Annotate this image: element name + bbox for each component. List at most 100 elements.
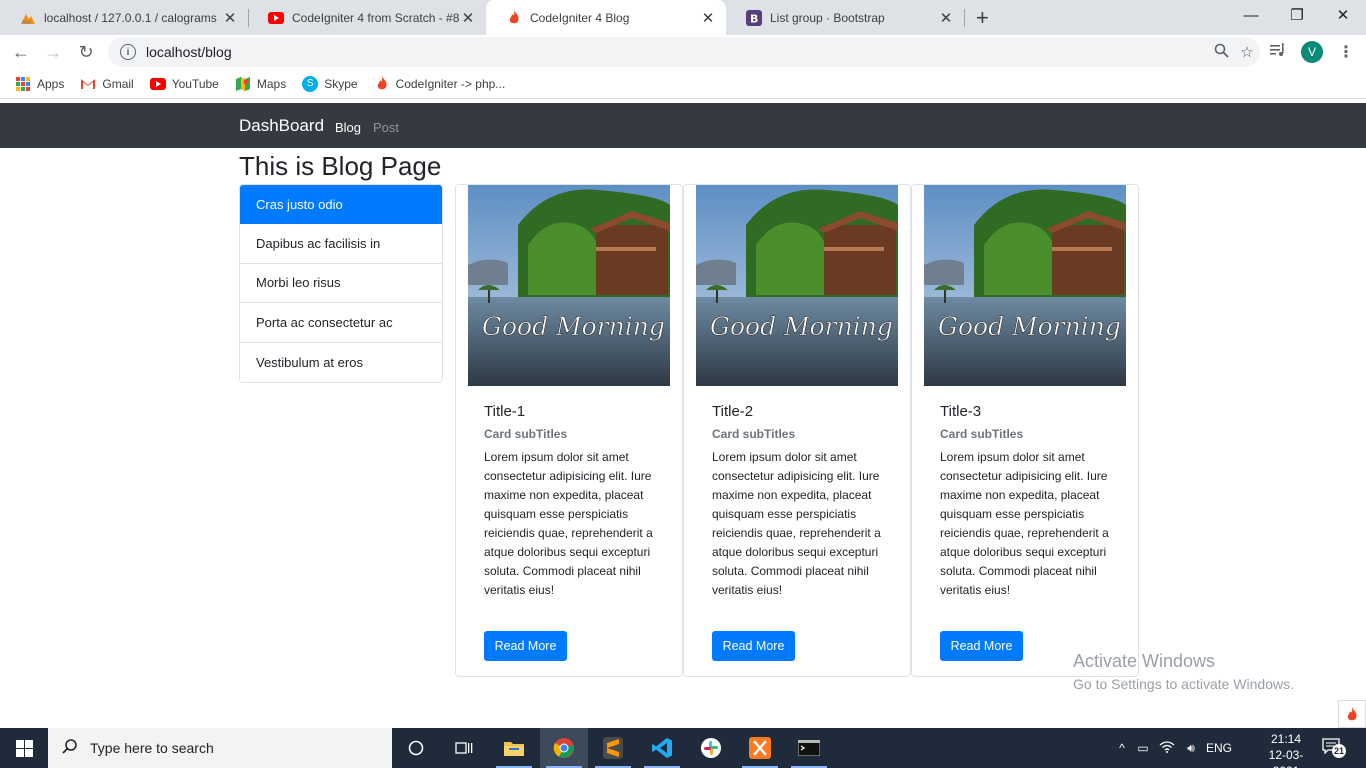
read-more-button[interactable]: Read More <box>712 631 795 661</box>
codeigniter-flame-icon <box>374 76 390 92</box>
site-info-icon[interactable]: i <box>120 44 136 60</box>
vscode-icon[interactable] <box>638 728 686 768</box>
bookmark-maps[interactable]: Maps <box>235 76 286 92</box>
page-title: This is Blog Page <box>239 151 442 181</box>
media-queue-icon[interactable] <box>1270 43 1286 60</box>
clock-date: 12-03-2021 <box>1268 748 1304 768</box>
card-title: Title-2 <box>712 403 754 420</box>
language-indicator[interactable]: ENG <box>1204 741 1234 755</box>
close-icon[interactable]: ✕ <box>938 9 954 27</box>
tab-bootstrap-list-group[interactable]: B List group · Bootstrap ✕ <box>726 0 964 35</box>
profile-avatar[interactable]: V <box>1301 41 1323 63</box>
bookmark-gmail[interactable]: Gmail <box>80 76 134 92</box>
minimize-icon[interactable]: — <box>1228 0 1274 30</box>
file-explorer-icon[interactable] <box>490 728 538 768</box>
taskbar-clock[interactable]: 21:14 12-03-2021 <box>1256 731 1316 768</box>
bookmark-star-icon[interactable]: ☆ <box>1234 43 1260 61</box>
card-subtitle: Card subTitles <box>712 427 796 441</box>
gmail-icon <box>80 76 96 92</box>
codeigniter-debug-toolbar-icon[interactable] <box>1338 700 1366 728</box>
close-icon[interactable]: ✕ <box>460 9 476 27</box>
forward-arrow-icon[interactable]: → <box>41 40 65 64</box>
youtube-icon <box>268 10 284 26</box>
skype-icon: S <box>302 75 319 92</box>
nav-link-blog[interactable]: Blog <box>335 120 361 135</box>
svg-text:Good Morning: Good Morning <box>938 312 1121 341</box>
back-arrow-icon[interactable]: ← <box>9 40 33 64</box>
card-image: Good Morning <box>924 185 1126 386</box>
bookmarks-bar: Apps Gmail YouTube Maps S Skype CodeIgni… <box>0 69 1366 99</box>
navbar-brand[interactable]: DashBoard <box>239 116 324 136</box>
bootstrap-icon: B <box>746 9 762 26</box>
card-text: Lorem ipsum dolor sit amet consectetur a… <box>712 450 881 597</box>
blog-card: Good Morning Title-3 Card subTitles Lore… <box>911 184 1139 677</box>
bookmark-codeigniter[interactable]: CodeIgniter -> php... <box>374 76 505 92</box>
close-window-icon[interactable]: ✕ <box>1320 0 1366 30</box>
task-view-icon[interactable] <box>440 728 488 768</box>
card-subtitle: Card subTitles <box>484 427 568 441</box>
browser-tab-strip: PMA localhost / 127.0.0.1 / calograms ✕ … <box>0 0 1366 35</box>
slack-icon[interactable] <box>687 728 735 768</box>
restore-icon[interactable]: ❐ <box>1274 0 1320 30</box>
read-more-button[interactable]: Read More <box>484 631 567 661</box>
wifi-icon[interactable] <box>1156 740 1178 756</box>
sublime-text-icon[interactable] <box>589 728 637 768</box>
battery-icon[interactable]: ▭ <box>1130 741 1156 755</box>
list-group: Cras justo odio Dapibus ac facilisis in … <box>239 184 443 383</box>
blog-card: Good Morning Title-2 Card subTitles Lore… <box>683 184 911 677</box>
list-group-item[interactable]: Porta ac consectetur ac <box>240 303 442 343</box>
list-group-item[interactable]: Morbi leo risus <box>240 263 442 304</box>
bookmark-skype[interactable]: S Skype <box>302 75 358 92</box>
url-text[interactable]: localhost/blog <box>146 44 1208 60</box>
taskbar-search-box[interactable]: Type here to search <box>48 728 392 768</box>
new-tab-button[interactable]: + <box>976 5 989 31</box>
reload-icon[interactable]: ↻ <box>74 40 98 64</box>
system-tray: ^ ▭ 🔊︎ ENG <box>1114 728 1234 768</box>
svg-text:B: B <box>750 12 758 25</box>
top-navbar: DashBoard Blog Post <box>0 103 1366 148</box>
activate-windows-watermark: Activate Windows <box>1073 651 1216 671</box>
action-center-icon[interactable]: 21 <box>1322 738 1346 758</box>
nav-link-post[interactable]: Post <box>373 120 399 135</box>
address-bar[interactable]: i localhost/blog ☆ <box>108 37 1260 67</box>
svg-text:Good Morning: Good Morning <box>710 312 893 341</box>
search-icon <box>62 738 78 759</box>
zoom-icon[interactable] <box>1208 43 1234 62</box>
list-group-item[interactable]: Cras justo odio <box>240 185 442 225</box>
clock-time: 21:14 <box>1270 732 1302 746</box>
card-image: Good Morning <box>468 185 670 386</box>
card-title: Title-3 <box>940 403 982 420</box>
tab-codeigniter-blog[interactable]: CodeIgniter 4 Blog ✕ <box>486 0 726 35</box>
volume-icon[interactable]: 🔊︎ <box>1178 741 1204 756</box>
chrome-icon[interactable] <box>540 728 588 768</box>
notification-count-badge: 21 <box>1332 744 1346 758</box>
youtube-icon <box>149 76 166 92</box>
card-text: Lorem ipsum dolor sit amet consectetur a… <box>940 450 1109 597</box>
activate-windows-hint: Go to Settings to activate Windows. <box>1073 676 1294 692</box>
terminal-icon[interactable] <box>785 728 833 768</box>
codeigniter-flame-icon <box>506 10 522 26</box>
read-more-button[interactable]: Read More <box>940 631 1023 661</box>
tab-youtube[interactable]: CodeIgniter 4 from Scratch - #8 ✕ <box>248 0 486 35</box>
windows-taskbar: Type here to search ^ ▭ 🔊︎ ENG 21:14 12-… <box>0 728 1366 768</box>
svg-text:PMA: PMA <box>22 20 31 25</box>
xampp-icon[interactable] <box>736 728 784 768</box>
card-title: Title-1 <box>484 403 526 420</box>
show-hidden-icons-chevron-icon[interactable]: ^ <box>1114 741 1130 755</box>
page-content: DashBoard Blog Post This is Blog Page Cr… <box>0 100 1366 728</box>
svg-text:Good Morning: Good Morning <box>482 312 665 341</box>
cortana-icon[interactable] <box>392 728 440 768</box>
list-group-item[interactable]: Vestibulum at eros <box>240 342 442 382</box>
close-icon[interactable]: ✕ <box>222 9 238 27</box>
windows-start-icon[interactable] <box>0 728 48 768</box>
menu-dots-icon[interactable]: ⋮ <box>1338 42 1354 62</box>
tab-phpmyadmin[interactable]: PMA localhost / 127.0.0.1 / calograms ✕ <box>0 0 248 35</box>
close-icon[interactable]: ✕ <box>700 9 716 27</box>
browser-toolbar: ← → ↻ i localhost/blog ☆ V ⋮ <box>0 35 1366 69</box>
list-group-item[interactable]: Dapibus ac facilisis in <box>240 224 442 264</box>
card-subtitle: Card subTitles <box>940 427 1024 441</box>
card-text: Lorem ipsum dolor sit amet consectetur a… <box>484 450 653 597</box>
blog-card: Good Morning Title-1 Card subTitles Lore… <box>455 184 683 677</box>
bookmark-apps[interactable]: Apps <box>15 76 64 92</box>
bookmark-youtube[interactable]: YouTube <box>149 76 219 92</box>
